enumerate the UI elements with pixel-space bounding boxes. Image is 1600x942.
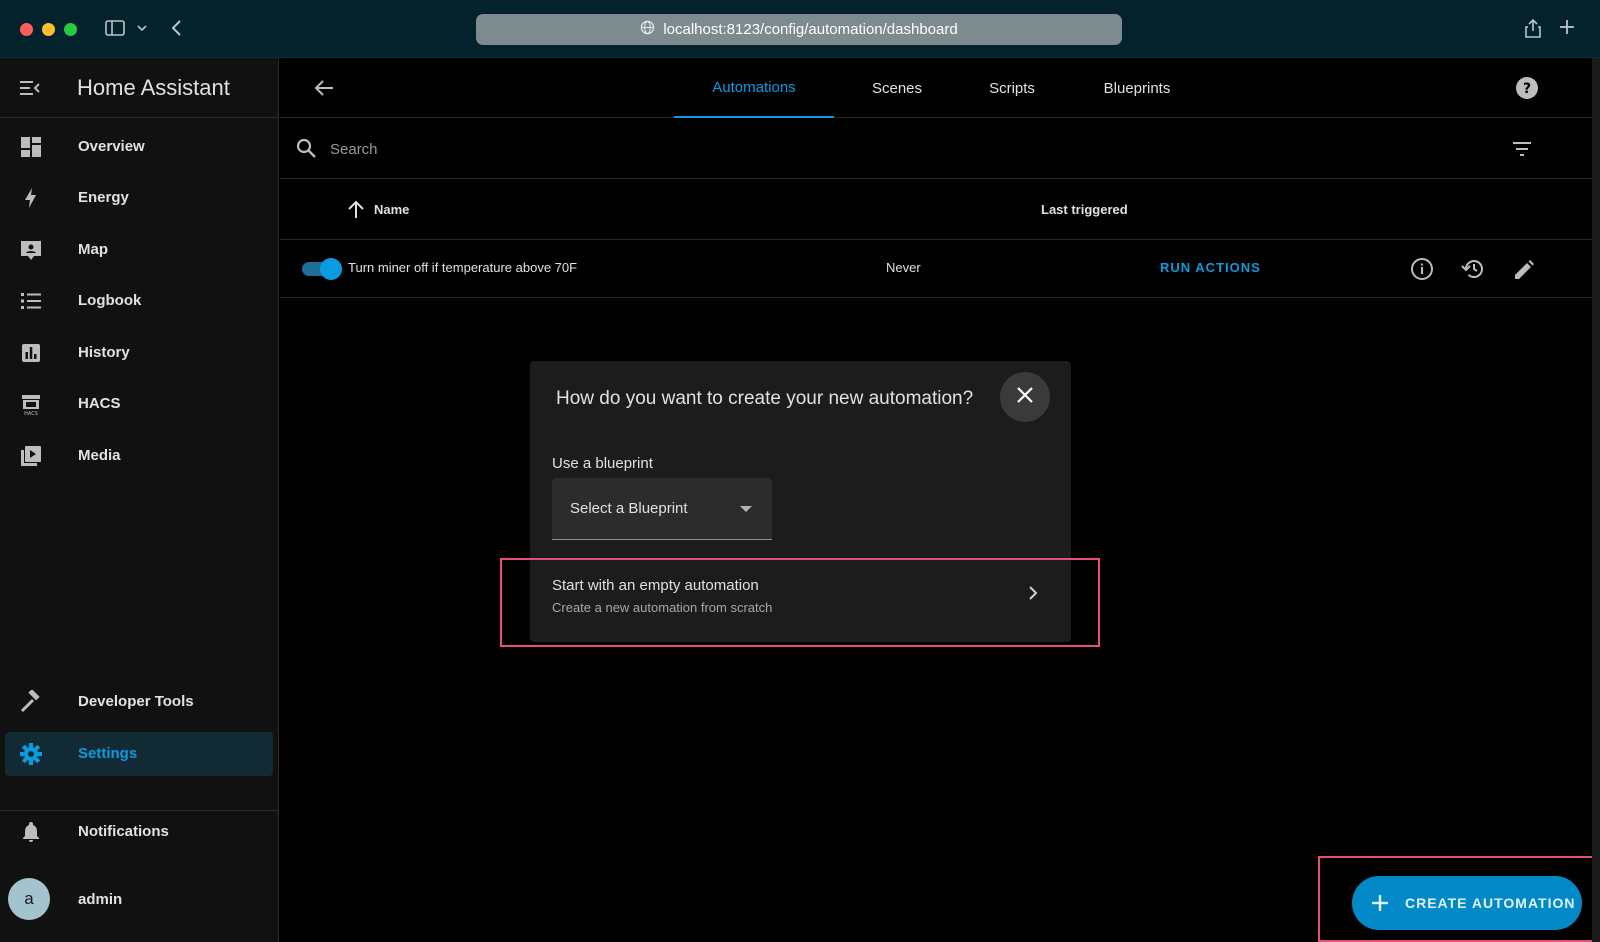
blueprint-select[interactable]: Select a Blueprint: [552, 478, 772, 540]
highlight-box-empty-automation: [500, 558, 1100, 647]
blueprint-label: Use a blueprint: [552, 455, 653, 472]
sidebar-item-logbook[interactable]: Logbook: [5, 279, 273, 323]
create-automation-button[interactable]: CREATE AUTOMATION: [1352, 876, 1582, 930]
sidebar-header: Home Assistant: [0, 58, 278, 118]
run-actions-button[interactable]: RUN ACTIONS: [1160, 260, 1261, 275]
table-header: Name Last triggered: [280, 180, 1600, 240]
create-automation-label: CREATE AUTOMATION: [1405, 895, 1576, 911]
top-bar: Automations Scenes Scripts Blueprints ?: [280, 58, 1600, 118]
close-window-button[interactable]: [20, 23, 33, 36]
last-triggered-value: Never: [886, 260, 921, 275]
sidebar-item-label: History: [78, 344, 130, 361]
toggle-thumb: [320, 258, 342, 280]
svg-text:?: ?: [1523, 81, 1531, 97]
back-navigation-icon[interactable]: [170, 17, 184, 44]
user-name[interactable]: admin: [78, 891, 122, 908]
hammer-icon: [19, 689, 43, 714]
filter-icon[interactable]: [1510, 137, 1534, 166]
sidebar-item-history[interactable]: History: [5, 331, 273, 375]
column-header-last-triggered[interactable]: Last triggered: [1041, 202, 1128, 217]
globe-icon: [640, 20, 655, 39]
sidebar-item-notifications[interactable]: Notifications: [5, 810, 273, 854]
overview-icon: [19, 135, 43, 159]
app-title: Home Assistant: [77, 75, 230, 100]
sidebar-item-map[interactable]: Map: [5, 228, 273, 272]
search-input[interactable]: [330, 136, 1330, 162]
blueprint-select-value: Select a Blueprint: [570, 500, 688, 517]
sidebar-item-settings[interactable]: Settings: [5, 732, 273, 776]
edit-pencil-icon[interactable]: [1511, 256, 1537, 282]
automation-enabled-toggle[interactable]: [302, 258, 342, 280]
url-text: localhost:8123/config/automation/dashboa…: [663, 21, 958, 38]
tab-automations[interactable]: Automations: [674, 58, 834, 118]
tab-scenes[interactable]: Scenes: [842, 58, 952, 118]
sidebar-item-label: Energy: [78, 189, 129, 206]
dialog-close-button[interactable]: [1000, 372, 1050, 422]
sidebar-item-label: HACS: [78, 395, 121, 412]
search-icon: [294, 136, 318, 165]
sidebar-item-label: Settings: [78, 745, 138, 762]
table-row[interactable]: Turn miner off if temperature above 70F …: [280, 240, 1600, 298]
column-header-name[interactable]: Name: [374, 202, 409, 217]
history-chart-icon: [19, 341, 43, 365]
sidebar-item-label: Notifications: [78, 823, 169, 840]
automation-name: Turn miner off if temperature above 70F: [348, 260, 578, 275]
sidebar-item-overview[interactable]: Overview: [5, 125, 273, 169]
history-restore-icon[interactable]: [1460, 256, 1486, 282]
sidebar-item-label: Map: [78, 241, 108, 258]
tab-label: Blueprints: [1103, 79, 1171, 97]
tab-label: Scripts: [989, 79, 1035, 97]
hacs-icon: HACS: [19, 392, 43, 417]
media-icon: [19, 444, 43, 468]
close-icon: [1016, 386, 1034, 409]
sidebar: Home Assistant Overview Energy Map Logbo…: [0, 58, 279, 942]
svg-text:HACS: HACS: [24, 411, 38, 416]
maximize-window-button[interactable]: [64, 23, 77, 36]
logbook-icon: [19, 289, 43, 313]
dialog-title: How do you want to create your new autom…: [556, 388, 974, 409]
back-arrow-icon[interactable]: [312, 76, 336, 105]
sidebar-item-label: Overview: [78, 138, 145, 155]
sidebar-item-label: Media: [78, 447, 121, 464]
search-bar: [280, 118, 1600, 179]
sidebar-item-media[interactable]: Media: [5, 434, 273, 478]
address-bar[interactable]: localhost:8123/config/automation/dashboa…: [476, 14, 1122, 45]
gear-icon: [19, 742, 43, 766]
map-icon: [19, 238, 43, 262]
dropdown-caret-icon: [740, 506, 752, 512]
help-icon[interactable]: ?: [1514, 75, 1540, 106]
sidebar-item-label: Logbook: [78, 292, 142, 309]
sidebar-item-developer-tools[interactable]: Developer Tools: [5, 680, 273, 724]
info-icon[interactable]: [1409, 256, 1435, 282]
browser-toolbar: localhost:8123/config/automation/dashboa…: [0, 0, 1600, 58]
tab-scripts[interactable]: Scripts: [952, 58, 1072, 118]
lightning-icon: [19, 186, 43, 210]
share-icon[interactable]: [1523, 17, 1543, 44]
chevron-down-icon[interactable]: [136, 21, 148, 39]
sidebar-item-hacs[interactable]: HACS HACS: [5, 382, 273, 426]
tab-label: Automations: [712, 78, 796, 96]
menu-collapse-icon[interactable]: [18, 76, 42, 105]
sidebar-item-label: Developer Tools: [78, 693, 194, 710]
sidebar-item-energy[interactable]: Energy: [5, 176, 273, 220]
avatar[interactable]: a: [8, 878, 50, 920]
window-edge: [1592, 58, 1600, 942]
tab-label: Scenes: [871, 79, 923, 97]
new-tab-icon[interactable]: [1557, 17, 1577, 42]
minimize-window-button[interactable]: [42, 23, 55, 36]
sidebar-toggle-icon[interactable]: [104, 17, 126, 44]
sort-ascending-icon[interactable]: [346, 198, 366, 225]
tab-blueprints[interactable]: Blueprints: [1072, 58, 1202, 118]
plus-icon: [1368, 891, 1392, 920]
bell-icon: [19, 820, 43, 844]
